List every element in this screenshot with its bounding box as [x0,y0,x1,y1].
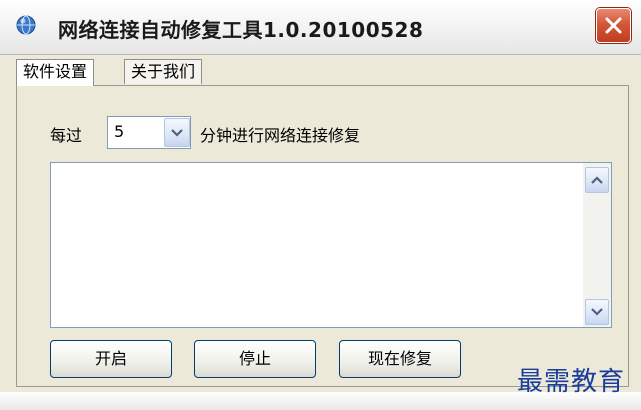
chevron-down-icon [171,128,183,137]
close-button[interactable] [596,8,631,43]
scroll-up-button[interactable] [585,167,609,193]
repair-now-button[interactable]: 现在修复 [339,340,461,378]
watermark-text: 最需教育 [517,367,626,397]
chevron-down-icon [591,308,603,316]
interval-suffix-label: 分钟进行网络连接修复 [200,126,361,145]
title-bar[interactable]: 网络连接自动修复工具1.0.20100528 [0,0,641,55]
log-textarea[interactable] [50,162,612,328]
stop-button[interactable]: 停止 [194,340,316,378]
tab-about-us[interactable]: 关于我们 [124,59,203,84]
tab-software-settings[interactable]: 软件设置 [16,59,95,86]
interval-value: 5 [114,122,125,141]
chevron-up-icon [591,176,603,184]
interval-prefix-label: 每过 [50,126,83,145]
dropdown-button[interactable] [164,118,190,147]
window-title: 网络连接自动修复工具1.0.20100528 [58,18,424,42]
app-window: 网络连接自动修复工具1.0.20100528 软件设置 关于我们 每过 5 分钟… [0,0,641,410]
close-icon [605,17,622,34]
log-scrollbar[interactable] [583,163,611,327]
interval-dropdown[interactable]: 5 [107,116,191,149]
start-button[interactable]: 开启 [50,340,172,378]
scroll-down-button[interactable] [585,299,609,325]
app-globe-icon [15,14,37,36]
